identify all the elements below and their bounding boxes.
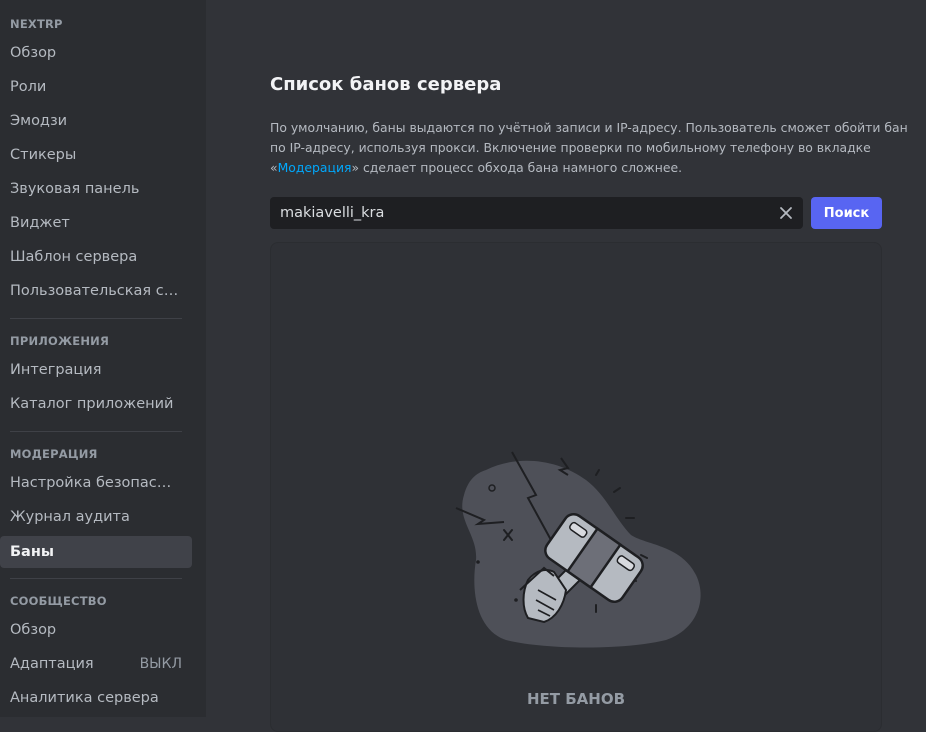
sidebar-item-soundboard[interactable]: Звуковая панель (0, 173, 192, 205)
sidebar-divider (10, 318, 182, 319)
sidebar-item-server-template[interactable]: Шаблон сервера (0, 241, 192, 273)
empty-state-label: НЕТ БАНОВ (526, 690, 626, 708)
moderation-link[interactable]: Модерация (278, 160, 352, 175)
ban-search-field (270, 197, 803, 229)
page-title: Список банов сервера (270, 74, 502, 95)
sidebar-item-audit-log[interactable]: Журнал аудита (0, 501, 192, 533)
clear-icon[interactable] (778, 205, 794, 221)
section-header-nextrp: NEXTRP (10, 17, 63, 31)
sidebar-item-server-insights[interactable]: Аналитика сервера (0, 682, 192, 714)
sidebar-item-stickers[interactable]: Стикеры (0, 139, 192, 171)
description-line: По умолчанию, баны выдаются по учётной з… (270, 120, 908, 135)
description-quote-open: « (270, 160, 278, 175)
sidebar-item-integrations[interactable]: Интеграция (0, 354, 192, 386)
section-header-moderation: МОДЕРАЦИЯ (10, 447, 98, 461)
sidebar-divider (10, 578, 182, 579)
page-description: По умолчанию, баны выдаются по учётной з… (270, 118, 908, 178)
description-line: по IP-адресу, используя прокси. Включени… (270, 140, 871, 155)
section-header-apps: ПРИЛОЖЕНИЯ (10, 334, 110, 348)
sidebar-divider (10, 431, 182, 432)
sidebar-item-bans[interactable]: Баны (0, 536, 192, 568)
description-line: «Модерация» сделает процесс обхода бана … (270, 158, 890, 178)
sidebar-item-custom-link[interactable]: Пользовательская сс... (0, 275, 192, 307)
settings-sidebar: NEXTRP Обзор Роли Эмодзи Стикеры Звукова… (0, 0, 206, 717)
section-header-community: СООБЩЕСТВО (10, 594, 107, 608)
sidebar-item-roles[interactable]: Роли (0, 71, 192, 103)
search-button[interactable]: Поиск (811, 197, 882, 229)
onboarding-status: ВЫКЛ (139, 656, 182, 672)
sidebar-item-widget[interactable]: Виджет (0, 207, 192, 239)
sidebar-item-overview[interactable]: Обзор (0, 37, 192, 69)
sidebar-item-safety-setup[interactable]: Настройка безопасно... (0, 467, 192, 499)
description-line-end: » сделает процесс обхода бана намного сл… (351, 160, 683, 175)
ban-hammer-icon (455, 451, 701, 648)
ban-search-input[interactable] (270, 197, 760, 229)
sidebar-item-app-directory[interactable]: Каталог приложений (0, 388, 192, 420)
sidebar-item-community-overview[interactable]: Обзор (0, 614, 192, 646)
sidebar-item-emoji[interactable]: Эмодзи (0, 105, 192, 137)
sidebar-item-onboarding[interactable]: Адаптация ВЫКЛ (0, 648, 192, 680)
